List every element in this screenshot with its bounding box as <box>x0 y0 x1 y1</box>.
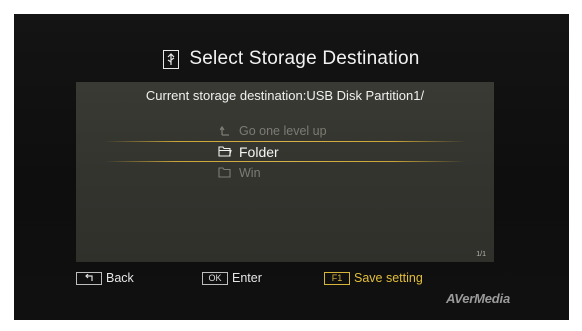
dvr-screen: Select Storage Destination Current stora… <box>14 14 569 320</box>
list-item-win[interactable]: Win <box>76 162 494 183</box>
file-browser-panel: Current storage destination:USB Disk Par… <box>76 82 494 262</box>
list-item-folder[interactable]: Folder <box>76 141 494 162</box>
footer-hints: Back OK Enter F1 Save setting <box>14 271 569 289</box>
current-destination-label: Current storage destination:USB Disk Par… <box>145 88 425 103</box>
enter-button[interactable]: OK Enter <box>202 271 262 285</box>
f1-key-icon: F1 <box>324 271 350 285</box>
dialog-header: Select Storage Destination <box>14 44 569 74</box>
save-setting-button[interactable]: F1 Save setting <box>324 271 423 285</box>
list-item-label: Go one level up <box>239 123 327 138</box>
save-setting-label: Save setting <box>354 271 423 285</box>
enter-label: Enter <box>232 271 262 285</box>
back-label: Back <box>106 271 134 285</box>
back-key-icon <box>76 271 102 285</box>
file-list: Go one level up Folder Win <box>76 120 494 183</box>
level-up-icon <box>218 125 232 137</box>
folder-icon <box>218 167 232 179</box>
list-item-label: Win <box>239 165 261 180</box>
brand-logo: AVerMedia <box>446 291 510 306</box>
usb-drive-icon <box>163 49 180 69</box>
list-item-label: Folder <box>239 143 279 160</box>
list-item-go-up[interactable]: Go one level up <box>76 120 494 141</box>
page-indicator: 1/1 <box>476 251 486 258</box>
selection-highlight-top <box>104 141 466 142</box>
back-button[interactable]: Back <box>76 271 134 285</box>
dialog-title: Select Storage Destination <box>189 48 420 69</box>
folder-icon <box>218 146 232 158</box>
ok-key-icon: OK <box>202 271 228 285</box>
